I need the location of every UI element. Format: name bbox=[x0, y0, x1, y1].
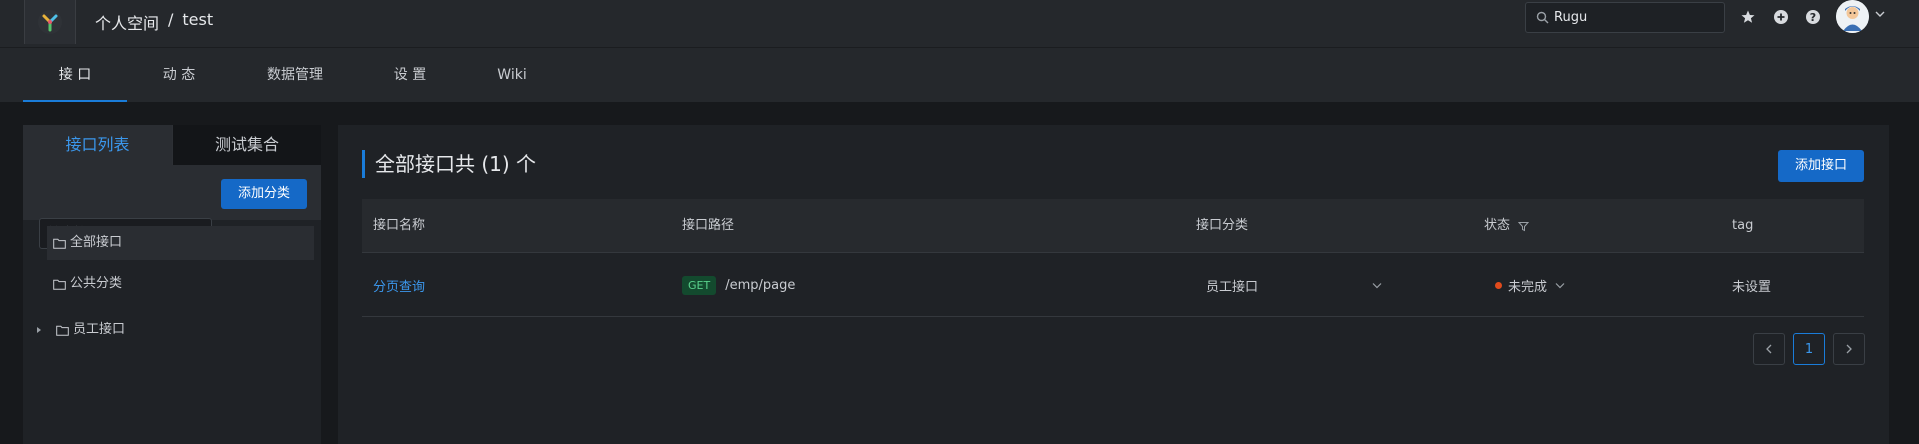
status-select[interactable]: 未完成 bbox=[1495, 253, 1565, 317]
column-header-path: 接口路径 bbox=[682, 218, 735, 233]
global-search[interactable] bbox=[1525, 2, 1725, 33]
next-page-button[interactable] bbox=[1833, 333, 1865, 365]
page-title: 全部接口共 (1) 个 bbox=[362, 150, 536, 178]
avatar[interactable] bbox=[1836, 0, 1869, 33]
svg-text:?: ? bbox=[1810, 11, 1816, 24]
column-header-category: 接口分类 bbox=[1196, 218, 1249, 233]
chevron-left-icon bbox=[1766, 344, 1772, 354]
tab-wiki[interactable]: Wiki bbox=[490, 48, 534, 102]
logo-icon bbox=[38, 10, 62, 34]
filter-icon[interactable] bbox=[1518, 221, 1530, 232]
tree-item-public-category[interactable]: 公共分类 bbox=[47, 267, 122, 301]
table-header: 接口名称 接口路径 接口分类 状态 tag bbox=[362, 199, 1864, 253]
breadcrumb-separator: / bbox=[168, 10, 174, 29]
api-name-cell: 分页查询 bbox=[373, 253, 425, 317]
tab-settings[interactable]: 设 置 bbox=[380, 48, 440, 102]
page-number-button[interactable]: 1 bbox=[1793, 333, 1825, 365]
caret-right-icon[interactable] bbox=[34, 325, 44, 335]
chevron-down-icon[interactable] bbox=[1875, 10, 1885, 18]
api-path-cell: GET /emp/page bbox=[682, 253, 795, 317]
folder-icon bbox=[53, 238, 66, 249]
category-value: 员工接口 bbox=[1206, 279, 1259, 295]
top-header: 个人空间 / test ? bbox=[0, 0, 1919, 47]
plus-circle-icon[interactable] bbox=[1770, 6, 1792, 28]
column-header-tag: tag bbox=[1732, 218, 1754, 233]
chevron-down-icon bbox=[1372, 282, 1382, 288]
api-path: /emp/page bbox=[725, 277, 796, 293]
column-header-name: 接口名称 bbox=[373, 218, 426, 233]
status-dot bbox=[1495, 281, 1502, 289]
tree-item-all-apis[interactable]: 全部接口 bbox=[47, 226, 314, 260]
add-api-button[interactable]: 添加接口 bbox=[1778, 150, 1864, 182]
prev-page-button[interactable] bbox=[1753, 333, 1785, 365]
tree-item-employee-api[interactable]: 员工接口 bbox=[28, 313, 125, 347]
status-value: 未完成 bbox=[1508, 279, 1548, 295]
app-logo[interactable] bbox=[24, 0, 76, 44]
tab-data-management[interactable]: 数据管理 bbox=[255, 48, 335, 102]
search-input[interactable] bbox=[1554, 10, 1714, 25]
star-icon[interactable] bbox=[1737, 6, 1759, 28]
category-select[interactable]: 员工接口 bbox=[1196, 253, 1396, 317]
tab-activity[interactable]: 动 态 bbox=[140, 48, 218, 102]
folder-icon bbox=[53, 279, 66, 290]
breadcrumb-space[interactable]: 个人空间 bbox=[95, 10, 159, 34]
api-name-link[interactable]: 分页查询 bbox=[373, 276, 425, 295]
column-header-status-label: 状态 bbox=[1484, 218, 1511, 233]
avatar-icon bbox=[1836, 0, 1869, 33]
add-category-button[interactable]: 添加分类 bbox=[221, 179, 307, 209]
tag-cell: 未设置 bbox=[1732, 279, 1772, 295]
table-row: 分页查询 GET /emp/page 员工接口 未完成 未设置 bbox=[362, 253, 1864, 317]
sidebar-search-bar: 添加分类 bbox=[23, 165, 321, 249]
tab-api[interactable]: 接 口 bbox=[23, 48, 127, 102]
chevron-down-icon bbox=[1555, 282, 1565, 288]
tab-api-list[interactable]: 接口列表 bbox=[23, 125, 172, 165]
tree-item-label: 全部接口 bbox=[70, 235, 123, 250]
search-icon bbox=[1536, 11, 1549, 24]
tree-item-label: 公共分类 bbox=[70, 276, 123, 291]
breadcrumb-project[interactable]: test bbox=[182, 10, 213, 34]
folder-icon bbox=[56, 325, 69, 336]
tab-test-collection[interactable]: 测试集合 bbox=[172, 125, 321, 165]
help-icon[interactable]: ? bbox=[1802, 6, 1824, 28]
sidebar-tabs: 接口列表 测试集合 bbox=[23, 125, 321, 165]
breadcrumb: 个人空间 / test bbox=[95, 10, 213, 34]
chevron-right-icon bbox=[1846, 344, 1852, 354]
column-header-status: 状态 bbox=[1484, 199, 1530, 253]
tree-item-label: 员工接口 bbox=[73, 322, 126, 337]
project-tabs: 接 口 动 态 数据管理 设 置 Wiki bbox=[0, 47, 1919, 102]
method-badge: GET bbox=[682, 275, 717, 295]
